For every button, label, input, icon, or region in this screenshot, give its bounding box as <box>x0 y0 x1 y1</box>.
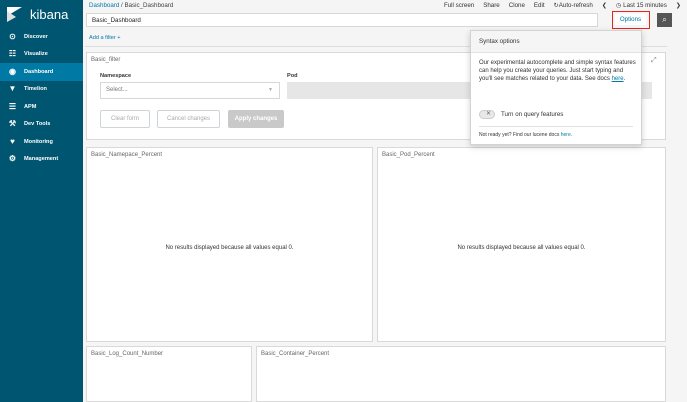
edit-button[interactable]: Edit <box>534 2 545 9</box>
breadcrumb: Dashboard / Basic_Dashboard <box>89 2 173 9</box>
heartbeat-icon: ♥ <box>10 136 15 146</box>
search-submit-button[interactable]: ⌕ <box>657 13 672 27</box>
search-input[interactable] <box>86 13 598 27</box>
share-button[interactable]: Share <box>483 2 500 9</box>
sidebar-item-label: Discover <box>24 33 48 40</box>
query-features-label: Turn on query features <box>501 111 564 118</box>
syntax-options-popover: Syntax options Our experimental autocomp… <box>470 30 642 145</box>
sidebar-item-label: Timelion <box>24 86 47 93</box>
time-prev-button[interactable]: ❮ <box>602 2 607 9</box>
panel-pod-percent: Basic_Pod_Percent No results displayed b… <box>377 147 666 342</box>
sidebar-item-discover[interactable]: ⊙ Discover <box>0 28 83 46</box>
cancel-changes-button[interactable]: Cancel changes <box>157 110 220 128</box>
sidebar-item-label: APM <box>24 103 37 110</box>
top-menu: Full screen Share Clone Edit ↻Auto-refre… <box>444 2 681 9</box>
time-range-label: Last 15 minutes <box>623 2 667 9</box>
no-results-message: No results displayed because all values … <box>457 245 586 251</box>
sidebar-item-dev-tools[interactable]: ⚒ Dev Tools <box>0 116 83 134</box>
nav-list: ⊙ Discover ☷ Visualize ◉ Dashboard ▼ Timelion ☰ A… <box>0 28 83 168</box>
apply-changes-button[interactable]: Apply changes <box>228 110 284 128</box>
panel-title: Basic_Pod_Percent <box>382 152 435 158</box>
panel-title: Basic_filter <box>91 57 121 63</box>
compass-icon: ⊙ <box>9 31 16 41</box>
time-picker-button[interactable]: ◷ Last 15 minutes <box>616 2 667 9</box>
full-screen-button[interactable]: Full screen <box>444 2 474 9</box>
popover-divider <box>479 126 633 127</box>
auto-refresh-button[interactable]: ↻Auto-refresh <box>554 2 593 9</box>
dashboard-icon: ◉ <box>9 66 16 76</box>
clone-button[interactable]: Clone <box>509 2 525 9</box>
sidebar-item-timelion[interactable]: ▼ Timelion <box>0 81 83 99</box>
panel-title: Basic_Log_Count_Number <box>91 351 164 357</box>
sidebar-item-monitoring[interactable]: ♥ Monitoring <box>0 133 83 151</box>
wrench-icon: ⚒ <box>8 119 17 129</box>
popover-footer: Not ready yet? Find our lucene docs here… <box>479 132 573 138</box>
expand-icon[interactable]: ⤢ <box>651 57 657 65</box>
chevron-down-icon: ▼ <box>268 87 273 93</box>
sidebar: kibana ⊙ Discover ☷ Visualize ◉ Dashboard ▼ Tim… <box>0 0 83 402</box>
time-next-button[interactable]: ❯ <box>676 2 681 9</box>
options-button[interactable]: Options <box>615 14 646 25</box>
sidebar-item-apm[interactable]: ☰ APM <box>0 98 83 116</box>
query-features-toggle[interactable]: ✕ <box>479 110 495 119</box>
query-bar: Options ⌕ <box>85 11 672 29</box>
panel-container-percent: Basic_Container_Percent <box>256 346 666 402</box>
sidebar-item-label: Management <box>24 156 59 163</box>
bar-chart-icon: ☷ <box>8 49 17 59</box>
breadcrumb-dashboard-link[interactable]: Dashboard <box>89 2 119 9</box>
namespace-select-value: Select... <box>106 87 128 93</box>
panel-namespace-percent: Basic_Namepace_Percent No results displa… <box>86 147 373 342</box>
breadcrumb-current: Basic_Dashboard <box>124 2 174 9</box>
gear-icon: ⚙ <box>8 154 17 164</box>
popover-body: Our experimental autocomplete and simple… <box>479 60 636 82</box>
shield-icon: ▼ <box>8 84 17 94</box>
panel-title: Basic_Container_Percent <box>261 351 330 357</box>
panel-log-count-number: Basic_Log_Count_Number <box>86 346 252 402</box>
sidebar-item-visualize[interactable]: ☷ Visualize <box>0 46 83 64</box>
clear-form-button[interactable]: Clear form <box>100 110 150 128</box>
sidebar-item-dashboard[interactable]: ◉ Dashboard <box>0 63 83 81</box>
lucene-docs-link[interactable]: here <box>561 132 571 138</box>
docs-link[interactable]: here <box>612 76 624 82</box>
options-highlight: Options <box>612 11 650 29</box>
kibana-logo-icon <box>7 6 22 22</box>
sidebar-item-label: Visualize <box>24 51 48 58</box>
panel-title: Basic_Namepace_Percent <box>91 152 163 158</box>
sidebar-item-label: Dashboard <box>24 68 54 75</box>
app-name: kibana <box>30 6 69 22</box>
close-icon: ✕ <box>486 111 492 117</box>
namespace-select[interactable]: Select... ▼ <box>100 82 280 99</box>
popover-footer-text: Not ready yet? Find our lucene docs <box>479 132 560 138</box>
add-filter-link[interactable]: Add a filter + <box>89 35 121 41</box>
auto-refresh-label: Auto-refresh <box>558 2 593 9</box>
list-icon: ☰ <box>8 101 17 111</box>
search-icon: ⌕ <box>662 15 667 24</box>
kibana-logo[interactable]: kibana <box>0 0 83 28</box>
sidebar-item-label: Dev Tools <box>24 121 51 128</box>
sidebar-item-management[interactable]: ⚙ Management <box>0 151 83 169</box>
popover-title: Syntax options <box>471 31 641 53</box>
namespace-label: Namespace <box>100 73 132 79</box>
pod-label: Pod <box>287 73 298 79</box>
no-results-message: No results displayed because all values … <box>165 245 294 251</box>
sidebar-item-label: Monitoring <box>24 138 53 145</box>
